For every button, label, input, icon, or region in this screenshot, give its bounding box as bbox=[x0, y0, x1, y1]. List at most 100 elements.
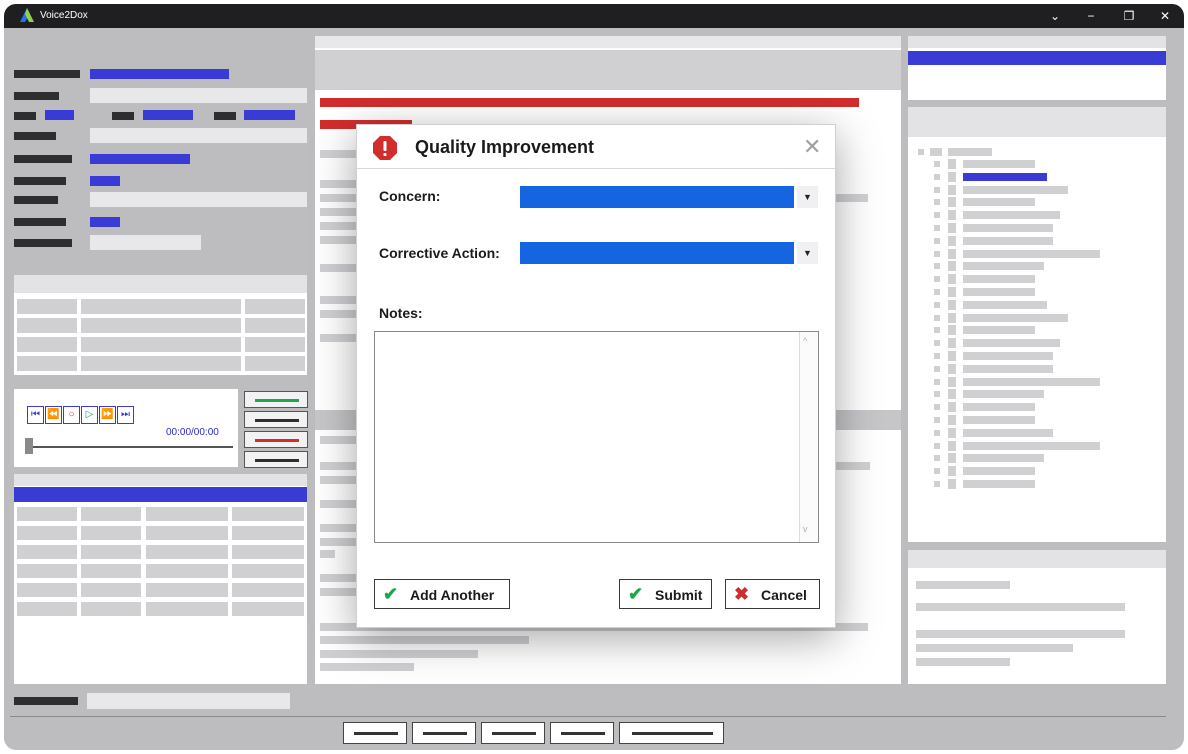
table-cell bbox=[232, 526, 304, 540]
tree-node-label[interactable] bbox=[963, 160, 1035, 168]
notes-textarea[interactable]: ^ v bbox=[374, 331, 819, 543]
tree-node-icon bbox=[948, 171, 956, 182]
submit-button[interactable]: ✔ Submit bbox=[619, 579, 712, 609]
skip-start-icon[interactable]: ⏮ bbox=[27, 406, 44, 424]
tree-node-icon bbox=[948, 389, 956, 400]
doc-red-line bbox=[320, 98, 859, 107]
tree-node-label[interactable] bbox=[963, 364, 1053, 373]
tree-node-label[interactable] bbox=[963, 198, 1035, 207]
doc-text-line bbox=[320, 296, 360, 304]
tree-node-label[interactable] bbox=[963, 352, 1053, 360]
tree-node-label[interactable] bbox=[963, 236, 1053, 245]
tree-node-label[interactable] bbox=[963, 441, 1100, 450]
tree-node-bullet bbox=[934, 391, 940, 398]
tree-node-label[interactable] bbox=[963, 467, 1035, 476]
seek-track[interactable] bbox=[26, 446, 233, 448]
footer-button-1[interactable] bbox=[343, 722, 407, 744]
concern-select-value[interactable] bbox=[520, 186, 794, 208]
form-field[interactable] bbox=[90, 235, 201, 250]
scroll-up-icon[interactable]: ^ bbox=[803, 336, 807, 346]
chevron-down-icon[interactable]: ▼ bbox=[797, 242, 818, 264]
table-cell bbox=[81, 583, 141, 597]
footer-button-4[interactable] bbox=[550, 722, 614, 744]
tree-node-label[interactable] bbox=[963, 377, 1100, 386]
corrective-action-select-value[interactable] bbox=[520, 242, 794, 264]
add-another-button[interactable]: ✔ Add Another bbox=[374, 579, 510, 609]
close-button[interactable]: ✕ bbox=[1150, 6, 1180, 26]
cancel-button[interactable]: ✖ Cancel bbox=[725, 579, 820, 609]
tree-node-label[interactable] bbox=[963, 454, 1044, 463]
footer-button-3[interactable] bbox=[481, 722, 545, 744]
tree-node-label[interactable] bbox=[963, 288, 1035, 296]
rewind-icon[interactable]: ⏪ bbox=[45, 406, 62, 424]
restore-button[interactable]: ❐ bbox=[1114, 6, 1144, 26]
table-cell bbox=[17, 299, 77, 314]
tree-node-bullet bbox=[934, 429, 940, 436]
record-icon[interactable]: ○ bbox=[63, 406, 80, 424]
form-field[interactable] bbox=[90, 128, 307, 143]
selected-row[interactable] bbox=[14, 487, 307, 502]
tree-node-label[interactable] bbox=[963, 339, 1060, 348]
tree-node-label[interactable] bbox=[963, 275, 1035, 284]
warning-octagon-icon bbox=[373, 136, 397, 160]
status-button-red[interactable] bbox=[244, 431, 308, 448]
tree-node-label[interactable] bbox=[963, 211, 1060, 220]
form-label bbox=[14, 177, 66, 185]
tree-node-label[interactable] bbox=[963, 249, 1100, 258]
fast-forward-icon[interactable]: ⏩ bbox=[99, 406, 116, 424]
tree-node-label[interactable] bbox=[963, 326, 1035, 335]
doc-text-line bbox=[320, 550, 335, 558]
footer-field[interactable] bbox=[87, 693, 290, 709]
tree-node-icon bbox=[948, 184, 956, 195]
doc-text-line bbox=[320, 334, 360, 342]
tree-node-bullet bbox=[934, 353, 940, 359]
tree-node-bullet bbox=[934, 378, 940, 385]
right-selected-row[interactable] bbox=[908, 51, 1166, 65]
tree-node-label[interactable] bbox=[963, 313, 1068, 322]
form-field[interactable] bbox=[90, 192, 307, 207]
scroll-down-icon[interactable]: v bbox=[803, 524, 808, 534]
doc-text-line bbox=[836, 194, 868, 202]
tree-node-icon bbox=[948, 159, 956, 169]
tree-node-bullet bbox=[934, 481, 940, 487]
chevron-down-icon[interactable]: ⌄ bbox=[1040, 6, 1070, 26]
form-value bbox=[90, 154, 190, 164]
footer-button-2[interactable] bbox=[412, 722, 476, 744]
status-button-green[interactable] bbox=[244, 391, 308, 408]
concern-select[interactable]: ▼ bbox=[520, 186, 818, 208]
doc-toolbar bbox=[315, 50, 901, 90]
corrective-action-select[interactable]: ▼ bbox=[520, 242, 818, 264]
form-field[interactable] bbox=[90, 88, 307, 103]
status-button[interactable] bbox=[244, 411, 308, 428]
tree-node-label[interactable] bbox=[963, 185, 1068, 194]
skip-end-icon[interactable]: ⏭ bbox=[117, 406, 134, 424]
form-label bbox=[14, 112, 36, 120]
tree-node-label[interactable] bbox=[963, 300, 1047, 309]
tree-node-label-selected[interactable] bbox=[963, 172, 1047, 181]
chevron-down-icon[interactable]: ▼ bbox=[797, 186, 818, 208]
doc-text-line bbox=[320, 194, 360, 202]
tree-node-icon bbox=[948, 235, 956, 246]
tree-node-label[interactable] bbox=[948, 148, 992, 156]
play-icon[interactable]: ▷ bbox=[81, 406, 98, 424]
status-button[interactable] bbox=[244, 451, 308, 468]
minimize-button[interactable]: − bbox=[1076, 6, 1106, 26]
seek-handle[interactable] bbox=[25, 438, 33, 454]
form-label bbox=[112, 112, 134, 120]
tree-node-label[interactable] bbox=[963, 428, 1053, 437]
notes-scrollbar[interactable]: ^ v bbox=[799, 332, 818, 542]
tree-node-label[interactable] bbox=[963, 262, 1044, 271]
table-cell bbox=[146, 526, 228, 540]
tree-node-label[interactable] bbox=[963, 390, 1044, 399]
tree-node-label[interactable] bbox=[963, 416, 1035, 424]
table-cell bbox=[17, 583, 77, 597]
tree-node-label[interactable] bbox=[963, 224, 1053, 232]
tree-node-label[interactable] bbox=[963, 480, 1035, 488]
quality-improvement-dialog: Quality Improvement ✕ Concern: ▼ Correct… bbox=[356, 124, 836, 628]
tree-node-bullet bbox=[934, 468, 940, 475]
tree-node-bullet bbox=[934, 263, 940, 270]
dialog-title: Quality Improvement bbox=[415, 137, 595, 157]
footer-button-5[interactable] bbox=[619, 722, 724, 744]
close-icon[interactable]: ✕ bbox=[803, 134, 821, 160]
tree-node-label[interactable] bbox=[963, 403, 1035, 412]
